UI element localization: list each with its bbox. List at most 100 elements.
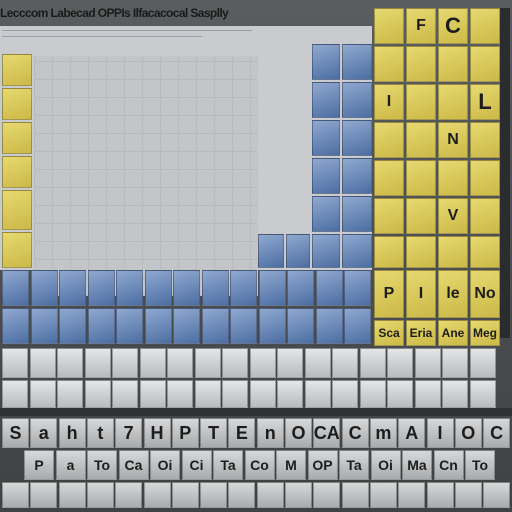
element-cell[interactable] [342,158,372,194]
element-cell[interactable] [139,380,166,408]
element-cell[interactable] [167,348,193,378]
element-cell[interactable] [470,198,500,234]
element-cell[interactable] [374,8,404,44]
element-cell[interactable]: P [171,418,199,448]
element-cell[interactable] [2,348,28,378]
element-cell[interactable]: Ane [438,320,468,346]
element-cell[interactable]: Ma [402,450,432,480]
element-cell[interactable] [258,270,286,306]
element-cell[interactable]: Sca [374,320,404,346]
element-cell[interactable] [287,308,314,344]
element-cell[interactable] [315,308,343,344]
element-cell[interactable] [469,380,496,408]
element-cell[interactable]: CA [313,418,341,448]
element-cell[interactable]: O [285,418,312,448]
element-cell[interactable] [30,270,58,306]
element-cell[interactable] [2,232,32,268]
element-cell[interactable] [374,198,404,234]
element-cell[interactable] [277,348,303,378]
element-cell[interactable]: le [438,270,468,318]
element-cell[interactable]: 7 [115,418,143,448]
element-cell[interactable]: OP [307,450,338,480]
element-cell[interactable] [359,348,386,378]
element-cell[interactable] [406,84,436,120]
element-cell[interactable]: t [86,418,114,448]
element-cell[interactable] [2,122,32,154]
element-cell[interactable] [200,482,228,508]
element-cell[interactable] [258,308,286,344]
element-cell[interactable] [59,270,86,306]
element-cell[interactable]: L [470,84,500,120]
element-cell[interactable] [483,482,511,508]
element-cell[interactable] [312,120,340,156]
element-cell[interactable] [171,482,199,508]
element-cell[interactable]: P [374,270,404,318]
element-cell[interactable] [228,482,256,508]
element-cell[interactable]: M [276,450,306,480]
element-cell[interactable] [2,54,32,86]
element-cell[interactable] [374,160,404,196]
element-cell[interactable] [173,270,200,306]
element-cell[interactable]: a [30,418,58,448]
element-cell[interactable]: T [200,418,228,448]
element-cell[interactable] [115,482,143,508]
element-cell[interactable]: H [143,418,171,448]
element-cell[interactable]: a [55,450,86,480]
element-cell[interactable] [470,122,500,158]
element-cell[interactable] [2,156,32,188]
element-cell[interactable] [139,348,166,378]
element-cell[interactable]: I [426,418,454,448]
element-cell[interactable] [359,380,386,408]
element-cell[interactable] [406,236,436,268]
element-cell[interactable] [406,46,436,82]
element-cell[interactable] [2,270,29,306]
element-cell[interactable]: I [374,84,404,120]
element-cell[interactable] [222,380,248,408]
element-cell[interactable] [312,234,340,268]
element-cell[interactable] [287,270,314,306]
element-cell[interactable]: A [398,418,426,448]
element-cell[interactable] [201,308,229,344]
element-cell[interactable] [369,482,397,508]
element-cell[interactable] [173,308,200,344]
element-cell[interactable] [144,270,172,306]
element-cell[interactable] [29,380,56,408]
element-cell[interactable] [312,158,340,194]
element-cell[interactable] [84,348,111,378]
element-cell[interactable] [426,482,454,508]
element-cell[interactable] [2,482,29,508]
element-cell[interactable]: I [406,270,436,318]
element-cell[interactable] [86,482,114,508]
element-cell[interactable]: Ta [213,450,243,480]
element-cell[interactable] [116,270,143,306]
element-cell[interactable] [342,44,372,80]
element-cell[interactable] [84,380,111,408]
element-cell[interactable] [374,122,404,158]
element-cell[interactable]: Oi [370,450,401,480]
element-cell[interactable] [438,160,468,196]
element-cell[interactable] [438,236,468,268]
element-cell[interactable] [249,380,276,408]
element-cell[interactable]: To [465,450,495,480]
element-cell[interactable] [332,380,358,408]
element-cell[interactable]: h [58,418,86,448]
element-cell[interactable]: Oi [150,450,180,480]
element-cell[interactable] [387,348,413,378]
element-cell[interactable] [406,198,436,234]
element-cell[interactable] [286,234,310,268]
element-cell[interactable]: P [24,450,54,480]
element-cell[interactable] [144,308,172,344]
element-cell[interactable] [2,190,32,230]
element-cell[interactable] [406,122,436,158]
element-cell[interactable] [438,84,468,120]
element-cell[interactable]: Ca [118,450,149,480]
element-cell[interactable] [2,308,29,344]
element-cell[interactable] [29,348,56,378]
element-cell[interactable]: S [2,418,29,448]
element-cell[interactable] [258,234,284,268]
element-cell[interactable]: n [256,418,284,448]
element-cell[interactable]: C [483,418,511,448]
element-cell[interactable] [87,270,115,306]
element-cell[interactable] [112,348,138,378]
element-cell[interactable]: E [228,418,256,448]
